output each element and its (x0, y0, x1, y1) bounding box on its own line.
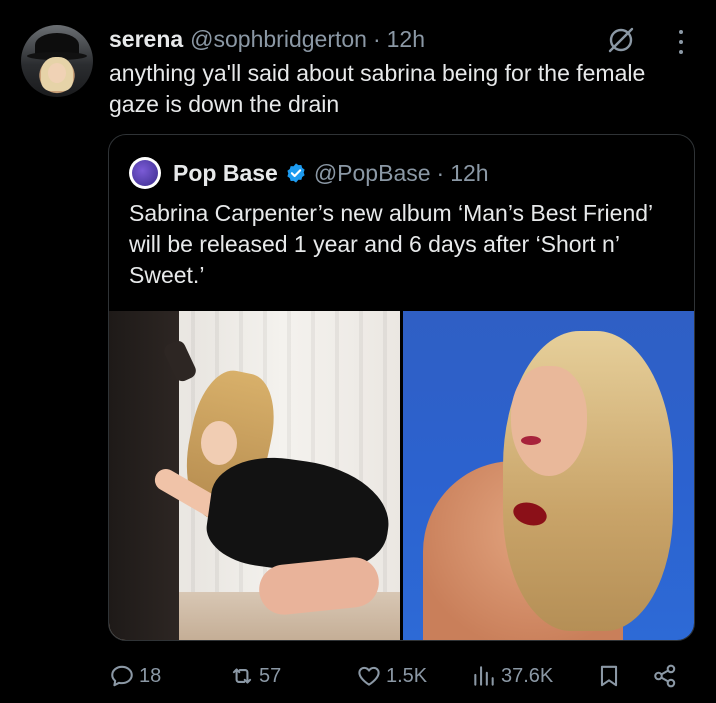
reply-button[interactable]: 18 (109, 660, 161, 692)
quoted-author-avatar[interactable] (129, 157, 161, 189)
tweet-time[interactable]: 12h (387, 26, 425, 53)
quoted-tweet-header: Pop Base @PopBase · 12h (173, 157, 489, 189)
author-name[interactable]: serena (109, 26, 183, 53)
share-button[interactable] (652, 660, 682, 692)
reply-count: 18 (139, 664, 162, 687)
quoted-tweet[interactable]: Pop Base @PopBase · 12h Sabrina Carpente… (108, 134, 695, 641)
more-icon[interactable] (674, 27, 688, 57)
views-icon (474, 666, 494, 686)
retweet-count: 57 (259, 664, 282, 687)
separator-dot: · (372, 25, 381, 52)
quoted-author-name[interactable]: Pop Base (173, 160, 278, 187)
retweet-icon (232, 668, 252, 684)
tweet-header: serena @sophbridgerton · 12h (109, 24, 425, 54)
views-button[interactable]: 37.6K (471, 660, 553, 692)
avatar-face (48, 63, 66, 83)
media-image-1[interactable] (109, 311, 400, 640)
tweet[interactable]: serena @sophbridgerton · 12h anything ya… (0, 0, 716, 703)
quoted-author-handle[interactable]: @PopBase (314, 160, 431, 187)
action-bar: 18 57 1.5K 37.6K (109, 660, 684, 692)
bookmark-icon (600, 665, 618, 687)
grok-icon[interactable] (606, 25, 636, 55)
media-image-2[interactable] (402, 311, 694, 640)
views-count: 37.6K (501, 664, 554, 687)
like-count: 1.5K (386, 664, 428, 687)
quoted-tweet-text: Sabrina Carpenter’s new album ‘Man’s Bes… (129, 200, 653, 288)
author-handle[interactable]: @sophbridgerton (190, 26, 367, 53)
heart-icon (358, 666, 380, 686)
bookmark-button[interactable] (596, 660, 626, 692)
media-gallery (109, 311, 694, 640)
share-icon (654, 664, 676, 688)
separator-dot: · (436, 159, 445, 186)
tweet-text: anything ya'll said about sabrina being … (109, 60, 646, 117)
like-button[interactable]: 1.5K (356, 660, 427, 692)
verified-badge-icon (287, 163, 305, 183)
author-avatar[interactable] (21, 25, 93, 97)
quoted-tweet-time[interactable]: 12h (450, 160, 488, 187)
reply-icon (111, 665, 133, 687)
retweet-button[interactable]: 57 (229, 660, 281, 692)
